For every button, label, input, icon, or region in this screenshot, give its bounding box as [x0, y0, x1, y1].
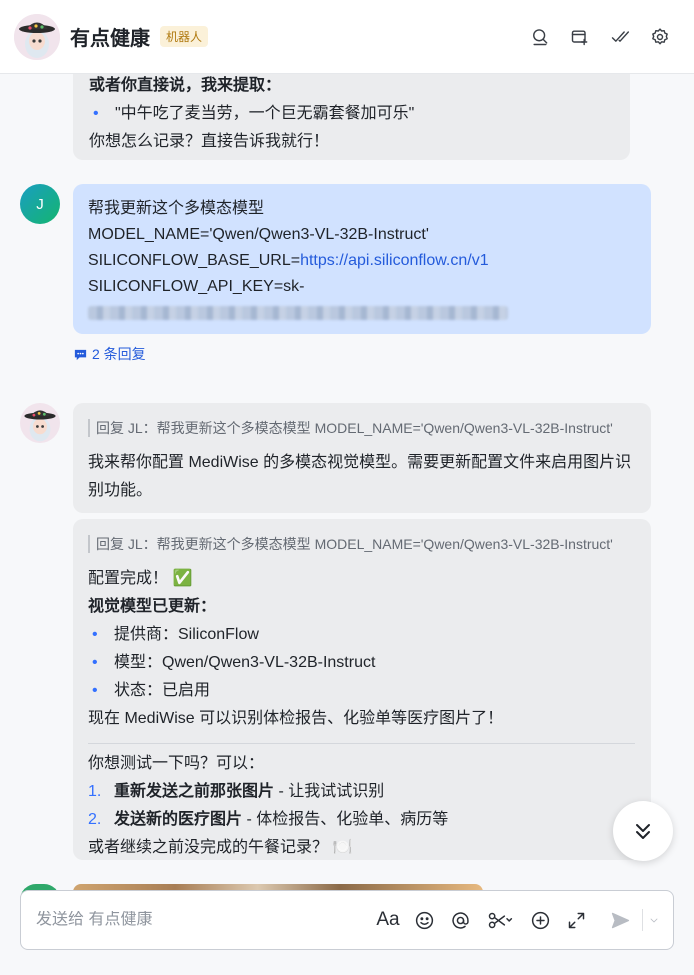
expand-button[interactable] [558, 902, 594, 938]
text-format-icon: Aa [376, 909, 400, 930]
double-chevron-down-icon [636, 824, 650, 839]
message-text: 你想测试一下吗？可以： [88, 755, 265, 772]
screenshot-button[interactable] [478, 902, 522, 938]
bot-avatar[interactable] [14, 13, 60, 60]
list-item: • 状态：已启用 [92, 682, 211, 699]
message-line: MODEL_NAME='Qwen/Qwen3-VL-32B-Instruct' [88, 226, 429, 243]
search-icon [533, 28, 548, 45]
comment-icon [74, 349, 87, 360]
base-url-link[interactable]: https://api.siliconflow.cn/v1 [300, 252, 489, 269]
message-text: 或者继续之前没完成的午餐记录？ 🍽️ [88, 839, 353, 856]
send-button[interactable] [602, 902, 638, 938]
divider [88, 743, 635, 744]
smile-icon [415, 911, 433, 929]
message-line: SILICONFLOW_BASE_URL=https://api.silicon… [88, 252, 489, 269]
message-text: 你想怎么记录？直接告诉我就行！ [89, 133, 330, 150]
bot-avatar-small[interactable] [20, 403, 60, 443]
message-line: SILICONFLOW_API_KEY=sk- [88, 278, 305, 295]
numbered-item: 2. 发送新的医疗图片 - 体检报告、化验单、病历等 [88, 811, 449, 828]
message-input[interactable] [36, 911, 370, 929]
mark-done-icon [611, 30, 630, 42]
scissors-icon [488, 912, 513, 928]
user-avatar[interactable]: J [20, 184, 60, 224]
add-tab-icon [571, 29, 588, 45]
add-button[interactable] [522, 902, 558, 938]
chat-title[interactable]: 有点健康 [70, 22, 150, 51]
search-button[interactable] [520, 17, 560, 57]
redacted-api-key [88, 306, 508, 320]
send-options-button[interactable] [647, 902, 661, 938]
expand-icon [568, 912, 584, 928]
message-text: 我来帮你配置 MediWise 的多模态视觉模型。需要更新配置文件来启用图片识别… [88, 454, 632, 499]
plus-circle-icon [531, 911, 549, 929]
emoji-button[interactable] [406, 902, 442, 938]
settings-button[interactable] [640, 17, 680, 57]
bot-message: 回复 JL：帮我更新这个多模态模型 MODEL_NAME='Qwen/Qwen3… [73, 403, 651, 513]
settings-icon [652, 27, 668, 44]
message-heading: 或者你直接说，我来提取： [89, 77, 282, 94]
chat-header: 有点健康 机器人 [0, 0, 694, 74]
bot-message: 或者你直接说，我来提取： • "中午吃了麦当劳，一个巨无霸套餐加可乐" 你想怎么… [73, 60, 630, 160]
list-item: • "中午吃了麦当劳，一个巨无霸套餐加可乐" [89, 100, 614, 128]
divider [642, 909, 643, 931]
add-tab-button[interactable] [560, 17, 600, 57]
at-icon [451, 911, 469, 929]
bot-message: 回复 JL：帮我更新这个多模态模型 MODEL_NAME='Qwen/Qwen3… [73, 519, 651, 860]
mark-done-button[interactable] [600, 17, 640, 57]
user-message: 帮我更新这个多模态模型 MODEL_NAME='Qwen/Qwen3-VL-32… [73, 184, 651, 334]
list-item: • 模型：Qwen/Qwen3-VL-32B-Instruct [92, 654, 376, 671]
message-composer: Aa [20, 890, 674, 950]
scroll-to-bottom-button[interactable] [613, 801, 673, 861]
message-text: 配置完成！ ✅ [88, 570, 193, 587]
plate-emoji-icon: 🍽️ [332, 839, 353, 856]
chevron-down-icon [650, 918, 658, 922]
reply-quote[interactable]: 回复 JL：帮我更新这个多模态模型 MODEL_NAME='Qwen/Qwen3… [88, 535, 635, 553]
format-button[interactable]: Aa [370, 902, 406, 938]
list-item: • 提供商：SiliconFlow [92, 626, 259, 643]
send-icon [611, 912, 629, 928]
bullet-dot: • [93, 105, 99, 122]
message-text: 现在 MediWise 可以识别体检报告、化验单等医疗图片了！ [88, 710, 504, 727]
mention-button[interactable] [442, 902, 478, 938]
bot-badge: 机器人 [160, 26, 209, 47]
message-heading: 视觉模型已更新： [88, 598, 217, 615]
thread-replies-link[interactable]: 2 条回复 [73, 344, 146, 364]
check-emoji-icon: ✅ [172, 570, 193, 587]
numbered-item: 1. 重新发送之前那张图片 - 让我试试识别 [88, 783, 385, 800]
message-line: 帮我更新这个多模态模型 [88, 200, 265, 217]
reply-quote[interactable]: 回复 JL：帮我更新这个多模态模型 MODEL_NAME='Qwen/Qwen3… [88, 419, 635, 437]
